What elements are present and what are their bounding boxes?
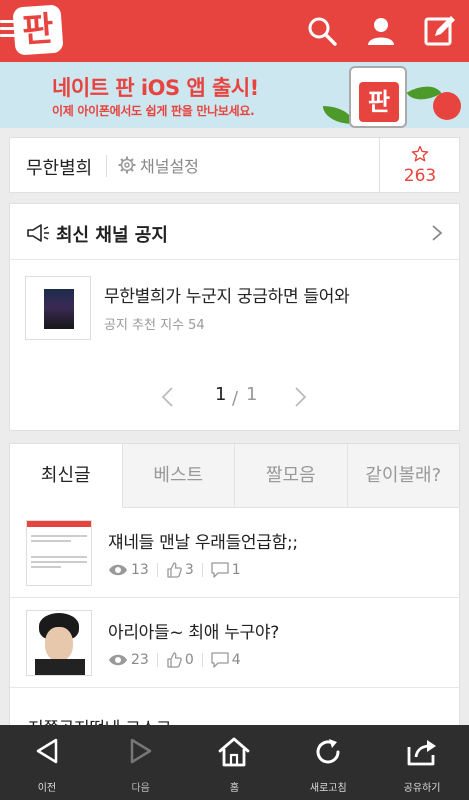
post-title: 아리아들~ 최애 누구야? [108,623,279,643]
comment-icon [211,652,229,668]
gear-icon [118,156,136,174]
nav-label: 홈 [229,783,240,794]
nav-label: 다음 [131,783,150,794]
thumbs-up-icon [167,562,182,578]
pager-total: 1 [246,384,258,405]
channel-star-button[interactable]: 263 [379,138,459,192]
feed-tabs: 최신글 베스트 짤모음 같이볼래? [10,444,459,508]
chevron-right-icon [432,225,443,241]
notice-title: 최신 채널 공지 [56,225,168,246]
post-feed: 최신글 베스트 짤모음 같이볼래? 쟤네들 맨날 우래들언급함;; 13 3 1… [9,443,460,743]
comment-count: 4 [231,652,241,668]
nav-label: 공유하기 [403,783,441,794]
star-count: 263 [403,166,437,186]
notice-pager: 1 / 1 [10,382,459,412]
tab-watch-together[interactable]: 같이볼래? [346,444,459,508]
nav-label: 새로고침 [309,783,347,794]
nav-refresh-button[interactable]: 새로고침 [281,725,375,800]
notice-thumbnail[interactable] [25,276,91,340]
share-icon [407,740,437,766]
tab-latest[interactable]: 최신글 [10,444,122,508]
nav-share-button[interactable]: 공유하기 [375,725,469,800]
phone-illustration: 판 [349,66,407,128]
bottom-nav: 이전 다음 홈 새로고침 공유하기 [0,725,469,800]
chevron-left-icon[interactable] [160,386,174,408]
post-thumbnail [26,520,92,586]
search-icon[interactable] [305,14,339,48]
post-meta: 13 3 1 [108,562,241,578]
nav-label: 이전 [37,783,57,794]
home-icon [219,737,250,767]
chevron-right-icon[interactable] [294,386,308,408]
post-title: 쟤네들 맨날 우래들언급함;; [108,533,298,553]
view-count: 23 [131,652,149,668]
user-icon[interactable] [364,14,398,48]
thumbs-up-icon [167,652,182,668]
pager-current: 1 [215,384,227,405]
banner-subtitle: 이제 아이폰에서도 쉽게 판을 만나보세요. [52,104,255,118]
nav-home-button[interactable]: 홈 [188,725,282,800]
phone-logo: 판 [359,82,399,122]
like-count: 0 [184,652,194,668]
post-meta: 23 0 4 [108,652,241,668]
post-thumbnail [26,610,92,676]
banner-title: 네이트 판 iOS 앱 출시! [52,76,259,100]
star-icon [411,145,429,162]
top-bar: 판 [0,0,469,62]
write-icon[interactable] [423,14,457,48]
comment-count: 1 [231,562,241,578]
pann-logo[interactable]: 판 [12,4,64,56]
app-root: 판 네이트 판 iOS 앱 출시! 이제 아이폰에서도 쉽게 판을 만나보세요.… [0,0,469,800]
view-count: 13 [131,562,149,578]
eye-icon [109,654,127,666]
triangle-left-icon [36,738,58,764]
eye-icon [109,564,127,576]
channel-settings-button[interactable]: 채널설정 [118,153,199,177]
channel-header: 무한별희 채널설정 263 [9,137,460,193]
comment-icon [211,562,229,578]
tab-best[interactable]: 베스트 [121,444,234,508]
divider [106,155,107,177]
apple-illustration [433,92,461,120]
triangle-right-icon [130,738,151,764]
list-item[interactable]: 쟤네들 맨날 우래들언급함;; 13 3 1 [10,508,459,598]
megaphone-icon [27,224,49,242]
notice-item-meta: 공지 추천 지수 54 [104,318,205,333]
tab-images[interactable]: 짤모음 [234,444,347,508]
nav-forward-button[interactable]: 다음 [94,725,188,800]
list-item[interactable]: 아리아들~ 최애 누구야? 23 0 4 [10,598,459,688]
channel-settings-label: 채널설정 [140,157,199,176]
ios-app-promo-banner[interactable]: 네이트 판 iOS 앱 출시! 이제 아이폰에서도 쉽게 판을 만나보세요. 판 [0,62,469,128]
pager-separator: / [232,388,239,409]
channel-name: 무한별희 [26,158,93,179]
notice-section: 최신 채널 공지 무한별희가 누군지 궁금하면 들어와 공지 추천 지수 54 … [9,203,460,431]
notice-header[interactable]: 최신 채널 공지 [10,204,459,260]
like-count: 3 [184,562,194,578]
notice-item-title[interactable]: 무한별희가 누군지 궁금하면 들어와 [104,282,350,307]
nav-back-button[interactable]: 이전 [0,725,94,800]
refresh-icon [316,739,340,764]
